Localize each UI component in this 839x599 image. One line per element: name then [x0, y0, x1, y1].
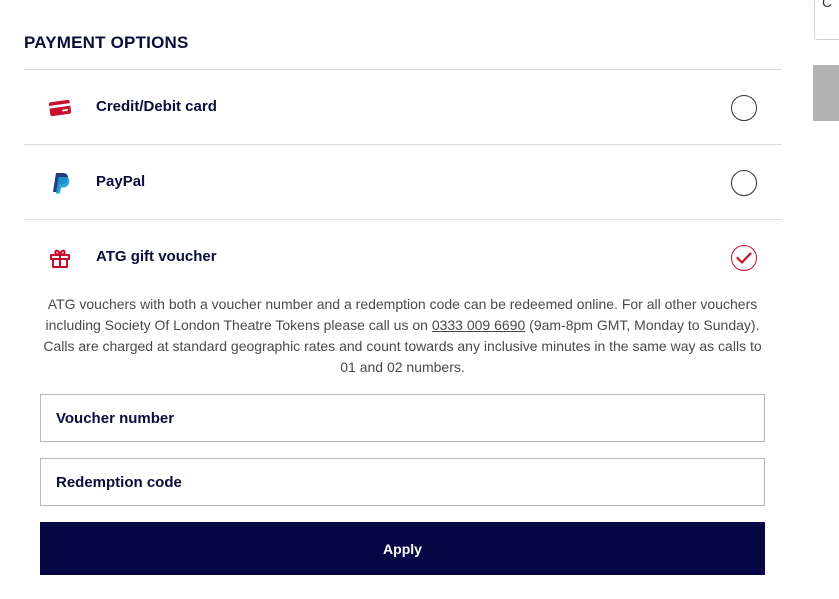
apply-button[interactable]: Apply	[40, 522, 765, 575]
side-panel-glyph: C	[822, 0, 833, 10]
option-label: ATG gift voucher	[96, 248, 217, 265]
phone-link[interactable]: 0333 009 6690	[432, 317, 525, 333]
voucher-number-field	[40, 394, 765, 442]
option-label: PayPal	[96, 173, 146, 190]
paypal-icon	[48, 171, 72, 195]
radio-card[interactable]	[731, 95, 757, 121]
payment-option-card[interactable]: Credit/Debit card	[24, 70, 782, 145]
redemption-code-input[interactable]	[41, 459, 764, 505]
radio-gift-voucher[interactable]	[731, 245, 757, 271]
section-title: PAYMENT OPTIONS	[24, 33, 189, 52]
checkmark-icon	[736, 252, 752, 264]
option-label: Credit/Debit card	[96, 98, 217, 115]
voucher-info-text: ATG vouchers with both a voucher number …	[40, 294, 765, 378]
gift-icon	[48, 246, 72, 270]
radio-paypal[interactable]	[731, 170, 757, 196]
payment-option-paypal[interactable]: PayPal	[24, 145, 782, 220]
side-panel-edge: C	[814, 0, 839, 40]
payment-option-gift-voucher[interactable]: ATG gift voucher	[24, 220, 782, 295]
redemption-code-field	[40, 458, 765, 506]
voucher-number-input[interactable]	[41, 395, 764, 441]
credit-card-icon	[48, 96, 72, 120]
scrollbar-thumb[interactable]	[813, 65, 839, 121]
